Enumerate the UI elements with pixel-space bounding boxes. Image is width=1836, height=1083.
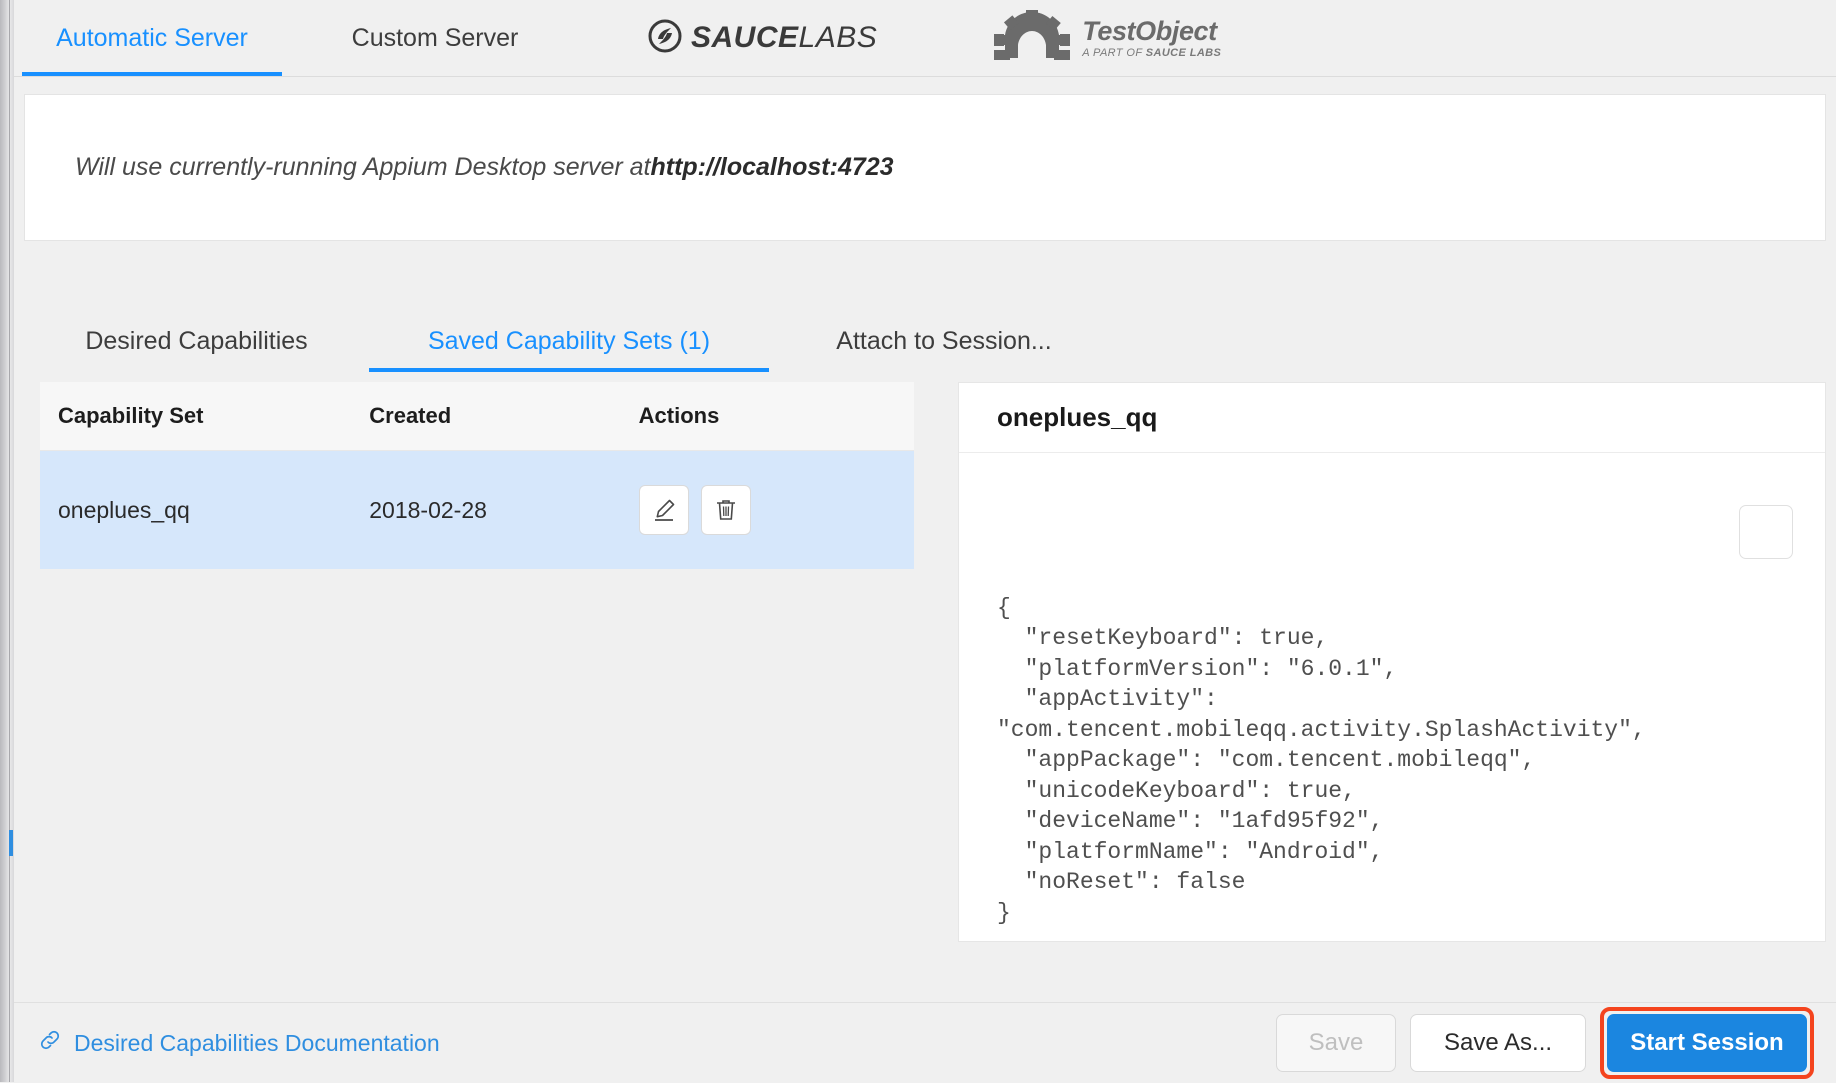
table-row[interactable]: oneplues_qq 2018-02-28	[40, 451, 914, 569]
window-edge-line	[9, 0, 10, 1082]
capabilities-json-text: { "resetKeyboard": true, "platformVersio…	[997, 593, 1825, 929]
sauce-labs-word-sauce: SAUCE	[691, 21, 799, 54]
tab-automatic-server-label: Automatic Server	[56, 24, 248, 53]
server-info-card: Will use currently-running Appium Deskto…	[24, 94, 1826, 241]
capability-sets-content: Capability Set Created Actions oneplues_…	[24, 372, 1826, 972]
doc-link-label: Desired Capabilities Documentation	[74, 1030, 440, 1057]
capability-set-detail-panel: oneplues_qq { "resetKeyboard": true, "pl…	[958, 382, 1826, 942]
footer-bar: Desired Capabilities Documentation Save …	[14, 1002, 1836, 1083]
test-object-name: TestObject	[1082, 18, 1221, 45]
tab-attach-to-session-label: Attach to Session...	[836, 327, 1051, 356]
save-as-button[interactable]: Save As...	[1410, 1014, 1586, 1072]
gear-icon	[992, 10, 1072, 67]
table-header-row: Capability Set Created Actions	[40, 382, 914, 451]
sauce-labs-wordmark: SAUCELABS	[691, 21, 877, 55]
server-tab-list: Automatic Server Custom Server	[14, 0, 580, 76]
tab-attach-to-session[interactable]: Attach to Session...	[769, 310, 1119, 372]
top-tab-bar: Automatic Server Custom Server SAUCELABS	[14, 0, 1836, 77]
cell-capability-set-name: oneplues_qq	[40, 497, 369, 524]
edit-json-button[interactable]	[1739, 505, 1793, 559]
server-info-prefix: Will use currently-running Appium Deskto…	[75, 153, 650, 182]
detail-panel-title: oneplues_qq	[959, 383, 1825, 453]
sauce-labs-logo: SAUCELABS	[648, 19, 877, 58]
tab-saved-capability-sets[interactable]: Saved Capability Sets (1)	[369, 310, 769, 372]
column-header-actions: Actions	[639, 403, 914, 429]
tab-custom-server[interactable]: Custom Server	[290, 0, 580, 76]
column-header-created: Created	[369, 403, 638, 429]
test-object-wordmark: TestObject A PART OF SAUCE LABS	[1082, 18, 1221, 59]
desired-capabilities-documentation-link[interactable]: Desired Capabilities Documentation	[38, 1003, 440, 1083]
tab-saved-capability-sets-label: Saved Capability Sets (1)	[428, 327, 710, 356]
start-session-button[interactable]: Start Session	[1607, 1014, 1807, 1072]
save-as-button-label: Save As...	[1444, 1029, 1552, 1057]
tab-desired-capabilities[interactable]: Desired Capabilities	[24, 310, 369, 372]
tab-custom-server-label: Custom Server	[352, 24, 519, 53]
footer-button-group: Save Save As... Start Session	[1276, 1003, 1814, 1083]
appium-desktop-window: Automatic Server Custom Server SAUCELABS	[14, 0, 1836, 1082]
delete-capability-set-button[interactable]	[701, 485, 751, 535]
trash-icon	[713, 497, 739, 523]
capability-tab-list: Desired Capabilities Saved Capability Se…	[24, 310, 1826, 373]
test-object-logo: TestObject A PART OF SAUCE LABS	[992, 10, 1221, 67]
link-icon	[38, 1028, 62, 1058]
tab-desired-capabilities-label: Desired Capabilities	[85, 327, 307, 356]
pencil-icon	[1670, 484, 1836, 581]
sauce-labs-word-labs: LABS	[799, 21, 878, 54]
sauce-labs-mark-icon	[648, 19, 682, 58]
test-object-tagline-pre: A PART OF	[1082, 47, 1146, 59]
test-object-tagline-bold: SAUCE LABS	[1146, 47, 1222, 59]
start-session-highlight: Start Session	[1600, 1007, 1814, 1079]
window-edge-accent	[9, 830, 13, 856]
cell-created-date: 2018-02-28	[369, 497, 638, 524]
capability-sets-table: Capability Set Created Actions oneplues_…	[40, 382, 914, 569]
detail-panel-body: { "resetKeyboard": true, "platformVersio…	[959, 453, 1825, 989]
column-header-capability-set: Capability Set	[40, 403, 369, 429]
server-info-url: http://localhost:4723	[650, 153, 893, 182]
pencil-icon	[651, 497, 677, 523]
test-object-tagline: A PART OF SAUCE LABS	[1082, 48, 1221, 59]
brand-logo-group: SAUCELABS	[580, 0, 1221, 76]
tab-automatic-server[interactable]: Automatic Server	[14, 0, 290, 76]
background-window-edge	[0, 0, 14, 1082]
edit-capability-set-button[interactable]	[639, 485, 689, 535]
server-info-message: Will use currently-running Appium Deskto…	[75, 95, 894, 240]
cell-actions	[639, 485, 914, 535]
save-button-label: Save	[1309, 1029, 1364, 1057]
start-session-button-label: Start Session	[1630, 1029, 1783, 1057]
save-button[interactable]: Save	[1276, 1014, 1396, 1072]
